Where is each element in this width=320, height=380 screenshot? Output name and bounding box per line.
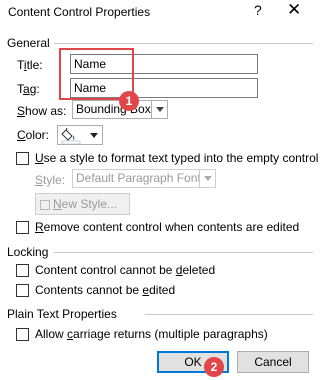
use-style-checkbox[interactable] bbox=[16, 152, 29, 165]
chevron-down-icon[interactable] bbox=[199, 170, 215, 187]
locking-divider bbox=[54, 252, 313, 253]
window-title: Content Control Properties bbox=[8, 5, 151, 19]
title-label: Title: bbox=[17, 58, 43, 72]
annotation-step-2-badge: 2 bbox=[204, 357, 224, 377]
show-as-label: Show as: bbox=[17, 104, 67, 118]
annotation-step-1-badge: 1 bbox=[119, 91, 139, 111]
help-icon[interactable]: ? bbox=[254, 2, 262, 18]
style-dropdown[interactable]: Default Paragraph Font bbox=[72, 169, 216, 188]
chevron-down-icon[interactable] bbox=[151, 101, 167, 118]
title-bar: Content Control Properties ? ✕ bbox=[0, 0, 320, 24]
allow-carriage-returns-label: Allow carriage returns (multiple paragra… bbox=[35, 327, 268, 341]
cannot-delete-label: Content control cannot be deleted bbox=[35, 263, 216, 277]
cannot-edit-label: Contents cannot be edited bbox=[35, 283, 176, 297]
cannot-delete-checkbox[interactable] bbox=[16, 264, 29, 277]
tag-label: Tag: bbox=[17, 82, 40, 96]
color-label: Color: bbox=[17, 128, 50, 142]
allow-carriage-returns-checkbox[interactable] bbox=[16, 328, 29, 341]
general-section-header: General bbox=[7, 36, 50, 50]
show-as-value: Bounding Box bbox=[76, 102, 151, 116]
new-style-icon bbox=[40, 199, 50, 210]
style-label: Style: bbox=[35, 173, 66, 187]
new-style-button[interactable]: New Style... bbox=[35, 193, 130, 215]
general-divider bbox=[54, 43, 313, 44]
color-picker-button[interactable] bbox=[57, 125, 103, 145]
caret-down-icon bbox=[90, 133, 98, 138]
plain-text-divider bbox=[145, 314, 313, 315]
plain-text-section-header: Plain Text Properties bbox=[7, 307, 117, 321]
cannot-edit-checkbox[interactable] bbox=[16, 284, 29, 297]
style-value: Default Paragraph Font bbox=[76, 171, 201, 185]
paint-bucket-icon bbox=[61, 127, 83, 147]
remove-content-control-checkbox[interactable] bbox=[16, 221, 29, 234]
locking-section-header: Locking bbox=[7, 245, 49, 259]
close-icon[interactable]: ✕ bbox=[287, 0, 301, 20]
cancel-button[interactable]: Cancel bbox=[237, 351, 309, 373]
use-style-label: Use a style to format text typed into th… bbox=[35, 151, 319, 165]
remove-content-control-label: Remove content control when contents are… bbox=[35, 220, 300, 234]
